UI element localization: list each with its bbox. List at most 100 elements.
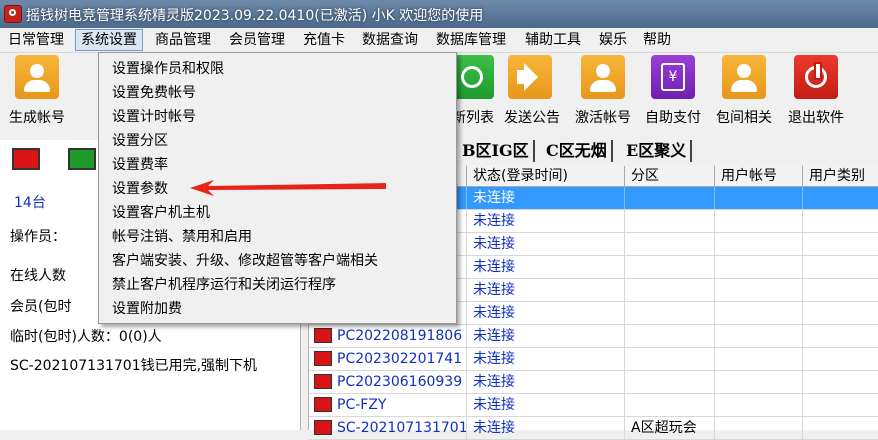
client-name: SC-202107131701	[337, 420, 467, 436]
power-icon	[794, 55, 838, 99]
menu-item-rates[interactable]: 设置费率	[112, 153, 168, 177]
menu-bar: 日常管理 系统设置 商品管理 会员管理 充值卡 数据查询 数据库管理 辅助工具 …	[0, 28, 878, 53]
tab-zone-e[interactable]: E区聚义	[622, 140, 693, 162]
status-cell: 未连接	[467, 187, 625, 209]
notice-text: SC-202107131701钱已用完,强制下机	[10, 358, 258, 374]
user-type-cell	[803, 256, 878, 278]
tab-zone-c[interactable]: C区无烟	[542, 140, 613, 162]
send-notice-button[interactable]: 发送公告	[497, 55, 567, 131]
exit-button[interactable]: 退出软件	[781, 55, 851, 131]
menu-members[interactable]: 会员管理	[224, 30, 290, 50]
status-cell: 未连接	[467, 233, 625, 255]
computer-icon	[314, 397, 332, 412]
computer-icon	[314, 351, 332, 366]
client-name: PC202306160939	[337, 374, 463, 390]
account-cell	[715, 302, 803, 324]
room-related-button[interactable]: 包间相关	[709, 55, 779, 131]
menu-recharge-card[interactable]: 充值卡	[298, 30, 350, 50]
monitor-red-icon	[12, 148, 40, 170]
menu-system-settings[interactable]: 系统设置	[75, 29, 143, 51]
tool-label: 退出软件	[788, 110, 844, 126]
self-pay-button[interactable]: ¥ 自助支付	[638, 55, 708, 131]
account-cell	[715, 279, 803, 301]
menu-entertainment[interactable]: 娱乐	[594, 30, 632, 50]
user-type-cell	[803, 417, 878, 439]
account-cell	[715, 417, 803, 439]
user-type-cell	[803, 394, 878, 416]
tool-label: 自助支付	[645, 110, 701, 126]
column-header-account[interactable]: 用户帐号	[715, 166, 803, 186]
activate-account-button[interactable]: 激活帐号	[568, 55, 638, 131]
menu-item-zones[interactable]: 设置分区	[112, 129, 168, 153]
status-cell: 未连接	[467, 348, 625, 370]
menu-tools[interactable]: 辅助工具	[520, 30, 586, 50]
table-row[interactable]: PC202208191806 未连接	[309, 325, 878, 348]
status-cell: 未连接	[467, 325, 625, 347]
user-icon	[15, 55, 59, 99]
menu-database[interactable]: 数据库管理	[431, 30, 511, 50]
computer-icon	[314, 328, 332, 343]
menu-item-account-status[interactable]: 帐号注销、禁用和启用	[112, 225, 252, 249]
zone-cell	[625, 256, 715, 278]
column-header-zone[interactable]: 分区	[625, 166, 715, 186]
table-row[interactable]: PC-FZY 未连接	[309, 394, 878, 417]
temp-count-label: 临时(包时)人数：0(0)人	[10, 329, 162, 345]
zone-cell	[625, 302, 715, 324]
app-icon	[4, 5, 22, 23]
table-row[interactable]: PC202306160939 未连接	[309, 371, 878, 394]
megaphone-icon	[508, 55, 552, 99]
client-name-cell: PC202208191806	[309, 325, 467, 347]
column-header-status[interactable]: 状态(登录时间)	[467, 166, 625, 186]
menu-item-client-install[interactable]: 客户端安装、升级、修改超管等客户端相关	[112, 249, 378, 273]
account-cell	[715, 371, 803, 393]
zone-cell	[625, 187, 715, 209]
zone-cell	[625, 394, 715, 416]
tab-zone-b[interactable]: B区IG区	[458, 140, 535, 162]
zone-cell	[625, 233, 715, 255]
user-type-cell	[803, 348, 878, 370]
client-name-cell: PC-FZY	[309, 394, 467, 416]
zone-cell	[625, 348, 715, 370]
client-name-cell: PC202302201741	[309, 348, 467, 370]
menu-item-client-host[interactable]: 设置客户机主机	[112, 201, 210, 225]
menu-item-operators[interactable]: 设置操作员和权限	[112, 57, 224, 81]
menu-item-block-programs[interactable]: 禁止客户机程序运行和关闭运行程序	[112, 273, 336, 297]
account-cell	[715, 210, 803, 232]
status-cell: 未连接	[467, 256, 625, 278]
title-bar: 摇钱树电竞管理系统精灵版2023.09.22.0410(已激活) 小K 欢迎您的…	[0, 0, 878, 28]
user-type-cell	[803, 279, 878, 301]
operator-label: 操作员：	[10, 229, 66, 245]
table-row[interactable]: PC202302201741 未连接	[309, 348, 878, 371]
status-cell: 未连接	[467, 394, 625, 416]
menu-daily[interactable]: 日常管理	[3, 30, 69, 50]
client-name: PC202208191806	[337, 328, 463, 344]
account-cell	[715, 348, 803, 370]
account-cell	[715, 394, 803, 416]
user-icon	[581, 55, 625, 99]
status-cell: 未连接	[467, 371, 625, 393]
menu-help[interactable]: 帮助	[638, 30, 676, 50]
generate-account-button[interactable]: 生成帐号	[2, 55, 72, 131]
account-cell	[715, 325, 803, 347]
table-row[interactable]: SC-202107131701 未连接 A区超玩会	[309, 417, 878, 440]
zone-cell	[625, 371, 715, 393]
client-name-cell: PC202306160939	[309, 371, 467, 393]
column-header-user-type[interactable]: 用户类别	[803, 166, 878, 186]
user-type-cell	[803, 325, 878, 347]
yen-icon: ¥	[651, 55, 695, 99]
client-name: PC-FZY	[337, 397, 387, 413]
menu-products[interactable]: 商品管理	[150, 30, 216, 50]
zone-cell	[625, 279, 715, 301]
menu-item-parameters[interactable]: 设置参数	[112, 177, 168, 201]
status-cell: 未连接	[467, 279, 625, 301]
tool-label: 生成帐号	[9, 110, 65, 126]
account-cell	[715, 187, 803, 209]
user-icon	[722, 55, 766, 99]
online-count-label: 在线人数	[10, 268, 66, 284]
monitor-green-icon	[68, 148, 96, 170]
menu-item-timed-accounts[interactable]: 设置计时帐号	[112, 105, 196, 129]
menu-item-surcharge[interactable]: 设置附加费	[112, 297, 182, 321]
tool-label: 发送公告	[504, 110, 560, 126]
menu-data-query[interactable]: 数据查询	[357, 30, 423, 50]
menu-item-free-accounts[interactable]: 设置免费帐号	[112, 81, 196, 105]
